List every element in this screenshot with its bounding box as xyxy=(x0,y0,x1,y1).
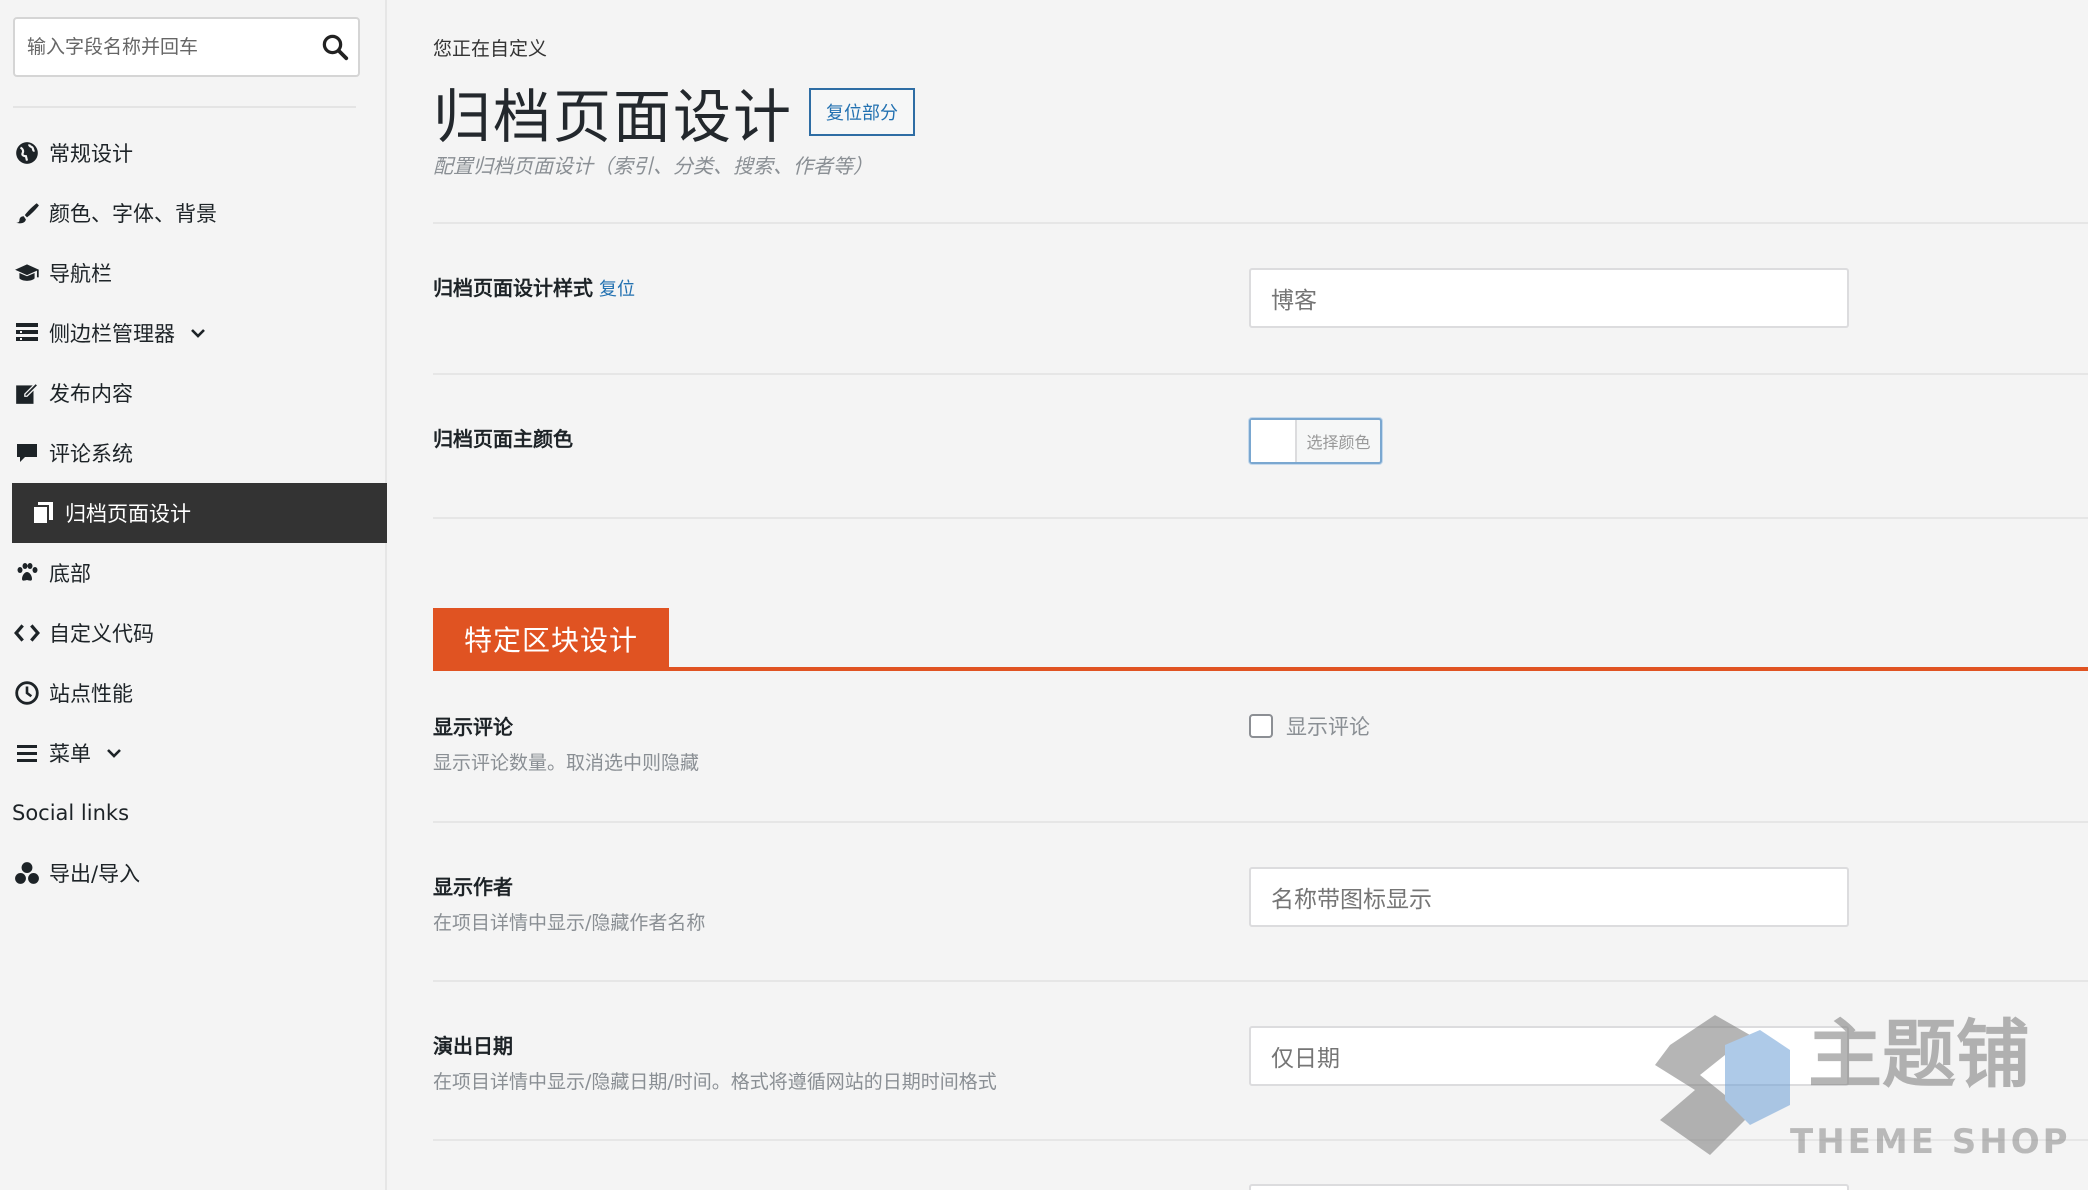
sidebar-item-label: 评论系统 xyxy=(49,442,133,466)
show-author-value: 名称带图标显示 xyxy=(1271,887,1432,913)
sidebar-item-general[interactable]: 常规设计 xyxy=(0,123,387,183)
divider xyxy=(433,373,2088,375)
show-date-select[interactable]: 仅日期 xyxy=(1249,1026,1849,1086)
sidebar-item-comments[interactable]: 评论系统 xyxy=(0,423,387,483)
section-heading-tab: 特定区块设计 xyxy=(433,608,669,670)
archive-style-value: 博客 xyxy=(1271,288,1317,314)
sidebar-item-label: 底部 xyxy=(49,562,91,586)
sidebar-item-label: 归档页面设计 xyxy=(65,502,191,526)
chevron-down-icon[interactable] xyxy=(189,324,207,342)
sidebar-item-colors-fonts[interactable]: 颜色、字体、背景 xyxy=(0,183,387,243)
sidebar-item-label: 发布内容 xyxy=(49,382,133,406)
color-picker-button[interactable]: 选择颜色 xyxy=(1249,418,1382,464)
list-icon xyxy=(12,318,42,348)
divider xyxy=(433,222,2088,224)
archive-style-select[interactable]: 博客 xyxy=(1249,268,1849,328)
show-date-label: 演出日期 xyxy=(433,1034,513,1058)
edit-icon xyxy=(12,378,42,408)
show-date-value: 仅日期 xyxy=(1271,1046,1340,1072)
section-heading-underline xyxy=(433,667,2088,671)
sidebar: 常规设计 颜色、字体、背景 导航栏 侧边栏管理器 xyxy=(0,0,387,1190)
copy-icon xyxy=(28,498,58,528)
sidebar-item-menu[interactable]: 菜单 xyxy=(0,723,387,783)
show-author-description: 在项目详情中显示/隐藏作者名称 xyxy=(433,912,706,934)
show-comments-description: 显示评论数量。取消选中则隐藏 xyxy=(433,752,700,774)
divider xyxy=(433,517,2088,519)
sidebar-nav: 常规设计 颜色、字体、背景 导航栏 侧边栏管理器 发布内容 评论系统 归档页面设… xyxy=(0,123,387,903)
code-icon xyxy=(12,618,42,648)
sidebar-item-archive-design[interactable]: 归档页面设计 xyxy=(12,483,387,543)
sidebar-item-label: 导出/导入 xyxy=(49,862,141,886)
share-icon xyxy=(12,858,42,888)
next-field-select[interactable] xyxy=(1249,1184,1849,1190)
comment-icon xyxy=(12,438,42,468)
title-row: 归档页面设计 复位部分 xyxy=(433,70,916,154)
page-title: 归档页面设计 xyxy=(433,83,794,151)
sidebar-item-navbar[interactable]: 导航栏 xyxy=(0,243,387,303)
sidebar-item-footer[interactable]: 底部 xyxy=(0,543,387,603)
sidebar-item-label: 侧边栏管理器 xyxy=(49,322,175,346)
page-description: 配置归档页面设计（索引、分类、搜索、作者等） xyxy=(433,154,873,178)
customizer-app: 常规设计 颜色、字体、背景 导航栏 侧边栏管理器 xyxy=(0,0,2088,1190)
show-date-description: 在项目详情中显示/隐藏日期/时间。格式将遵循网站的日期时间格式 xyxy=(433,1071,997,1093)
chevron-down-icon[interactable] xyxy=(105,744,123,762)
sidebar-item-label: Social links xyxy=(12,801,130,825)
divider xyxy=(433,821,2088,823)
sidebar-item-label: 菜单 xyxy=(49,742,91,766)
search-icon[interactable] xyxy=(320,32,350,62)
sidebar-item-sidebar-manager[interactable]: 侧边栏管理器 xyxy=(0,303,387,363)
archive-style-reset-link[interactable]: 复位 xyxy=(599,279,635,300)
field-search-input[interactable] xyxy=(15,19,358,75)
divider xyxy=(433,980,2088,982)
sidebar-item-label: 常规设计 xyxy=(49,142,133,166)
menu-icon xyxy=(12,738,42,768)
field-search-box xyxy=(13,17,360,77)
show-comments-checkbox[interactable] xyxy=(1249,714,1273,738)
sidebar-item-export-import[interactable]: 导出/导入 xyxy=(0,843,387,903)
sidebar-item-label: 颜色、字体、背景 xyxy=(49,202,217,226)
sidebar-item-label: 导航栏 xyxy=(49,262,112,286)
settings-panel: 您正在自定义 归档页面设计 复位部分 配置归档页面设计（索引、分类、搜索、作者等… xyxy=(389,0,2088,1190)
color-picker-label: 选择颜色 xyxy=(1306,433,1371,452)
graduation-cap-icon xyxy=(12,258,42,288)
show-comments-checkbox-row[interactable]: 显示评论 xyxy=(1249,711,1370,741)
paintbrush-icon xyxy=(12,198,42,228)
sidebar-item-label: 自定义代码 xyxy=(49,622,154,646)
divider xyxy=(433,1139,2088,1141)
sidebar-item-label: 站点性能 xyxy=(49,682,133,706)
archive-style-label-text: 归档页面设计样式 xyxy=(433,276,593,300)
sidebar-item-social-links[interactable]: Social links xyxy=(0,783,387,843)
globe-icon xyxy=(12,138,42,168)
reset-section-button[interactable]: 复位部分 xyxy=(809,88,916,136)
show-author-select[interactable]: 名称带图标显示 xyxy=(1249,867,1849,927)
paw-icon xyxy=(12,558,42,588)
clock-icon xyxy=(12,678,42,708)
sidebar-item-performance[interactable]: 站点性能 xyxy=(0,663,387,723)
archive-style-label: 归档页面设计样式 复位 xyxy=(433,272,635,301)
sidebar-item-custom-code[interactable]: 自定义代码 xyxy=(0,603,387,663)
archive-color-label: 归档页面主颜色 xyxy=(433,427,573,451)
customizing-eyebrow: 您正在自定义 xyxy=(433,38,548,60)
show-comments-label: 显示评论 xyxy=(433,715,513,739)
show-author-label: 显示作者 xyxy=(433,875,513,899)
sidebar-item-publish[interactable]: 发布内容 xyxy=(0,363,387,423)
show-comments-checkbox-label: 显示评论 xyxy=(1286,715,1370,739)
color-swatch xyxy=(1251,420,1297,462)
sidebar-divider xyxy=(13,106,356,108)
